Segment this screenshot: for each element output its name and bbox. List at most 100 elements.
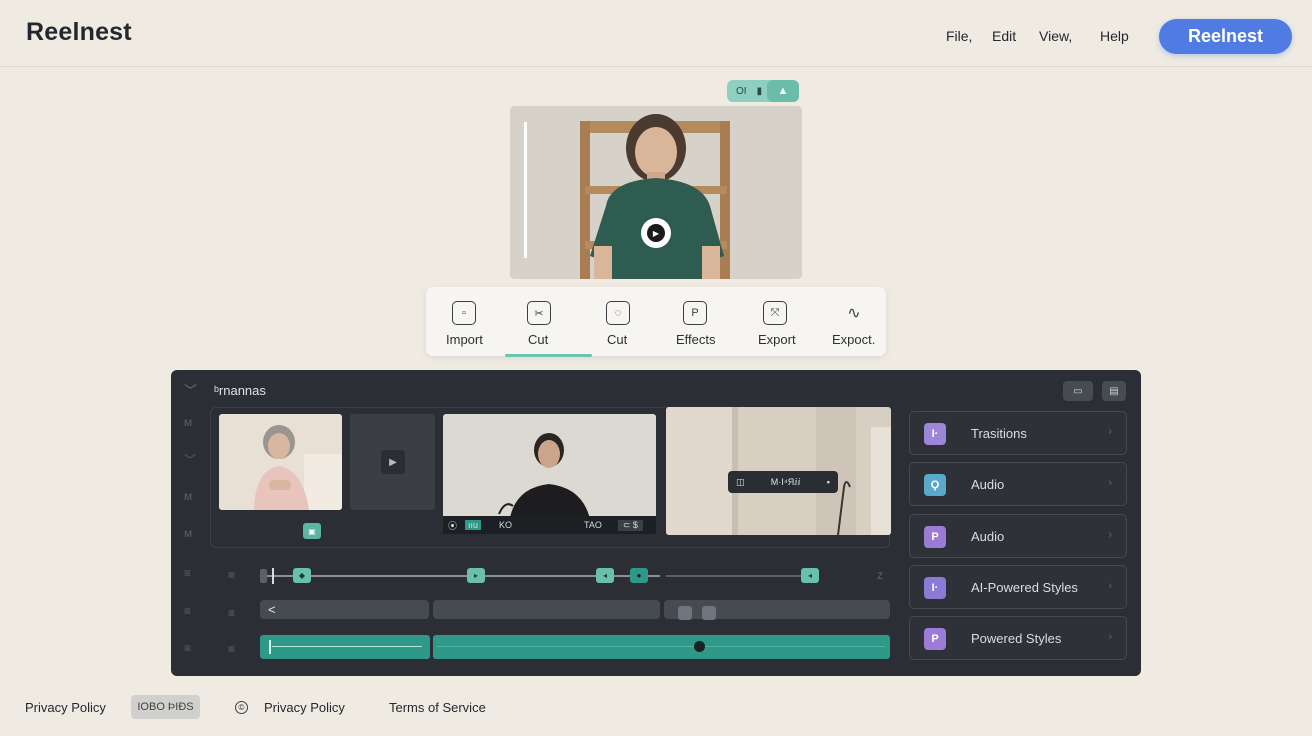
audio-clip-1[interactable] [260, 635, 430, 659]
sidebar-m-icon-2[interactable]: ᴍ [184, 489, 192, 503]
panel-item-audio-2-label: Audio [971, 529, 1005, 544]
clip-marker-icon [678, 606, 692, 620]
clip-play-icon: ▶ [381, 450, 405, 474]
panel-item-powered-styles[interactable]: P Powered Styles › [909, 616, 1127, 660]
clip-2-caption-bar: ⦿ ııu KO TAO ⊂ $ [443, 516, 656, 534]
layout-toggle-icon[interactable]: ▭ [1063, 381, 1093, 401]
menu-help[interactable]: Help [1100, 28, 1129, 44]
track-1-start-handle[interactable] [260, 569, 267, 583]
scissors-icon: ✂ [527, 301, 551, 325]
cut-icon: ◌ [606, 301, 630, 325]
panel-item-transitions-label: Trasitions [971, 426, 1027, 441]
ai-styles-icon: I· [924, 577, 946, 599]
scrub-handle[interactable] [694, 641, 705, 652]
tool-import-label: Import [446, 332, 483, 347]
media-clip-placeholder[interactable]: ▶ [350, 414, 435, 510]
sidebar-m-icon-3[interactable]: ᴍ [184, 526, 192, 540]
record-icon: ⦿ [448, 520, 458, 531]
keyframe-5[interactable]: ◂ [801, 568, 819, 583]
chevron-right-icon: › [1108, 580, 1112, 592]
chevron-right-icon: › [1108, 529, 1112, 541]
audio-2-icon: P [924, 526, 946, 548]
clip-marker-icon-2 [702, 606, 716, 620]
pill-dot-icon: ▮ [756, 85, 763, 97]
media-clip-1[interactable] [219, 414, 342, 510]
track-1-menu-icon[interactable]: ≡ [184, 566, 191, 580]
keyframe-3[interactable]: ◂ [596, 568, 614, 583]
tool-cut[interactable]: ✂ Cut [526, 287, 552, 356]
track-3-menu-icon[interactable]: ≡ [184, 641, 191, 655]
footer-chip[interactable]: IOBO ÞIÐS [131, 695, 200, 719]
tool-effects-label: Effects [676, 332, 716, 347]
menu-edit[interactable]: Edit [992, 28, 1016, 44]
clip-1-thumbnail [219, 414, 342, 510]
tool-effects[interactable]: P Effects [676, 287, 716, 356]
clip-2-caption-mid: KO [499, 520, 513, 530]
menu-file[interactable]: File, [946, 28, 972, 44]
panel-item-powered-styles-label: Powered Styles [971, 631, 1062, 646]
track-2-clip-1[interactable]: < [260, 600, 429, 619]
wave-icon: ∿ [847, 305, 861, 322]
track-1-drag-icon[interactable]: ≡ [228, 568, 235, 582]
preview-toggle-pill[interactable]: OI ▮ ▲ [727, 80, 799, 102]
keyframe-2[interactable]: ▸ [467, 568, 485, 583]
tool-expoct-label: Expoct. [832, 332, 876, 347]
tool-expoct[interactable]: ∿ Expoct. [832, 287, 876, 356]
info-icon: © [235, 701, 248, 714]
tool-cut-2-label: Cut [607, 332, 628, 347]
track-2-drag-icon[interactable]: ≡ [228, 606, 235, 620]
audio-clip-1-marker [269, 640, 271, 654]
clip-2-caption-right: TAO [584, 520, 602, 530]
panel-item-ai-powered-styles[interactable]: I· AI-Powered Styles › [909, 565, 1127, 609]
keyframe-1[interactable]: ◆ [293, 568, 311, 583]
chevron-down-icon[interactable]: ﹀ [184, 380, 197, 399]
track-3-drag-icon[interactable]: ≡ [228, 642, 235, 656]
import-icon: ▫ [452, 301, 476, 325]
track-1-line-2 [666, 575, 814, 577]
tool-import[interactable]: ▫ Import [446, 287, 483, 356]
clip-1-badge-icon[interactable]: ▣ [303, 523, 321, 539]
effects-icon: P [683, 301, 707, 325]
sidebar-chevron-icon[interactable]: ﹀ [184, 451, 196, 468]
track-2-clip-3[interactable] [664, 600, 890, 620]
footer-terms-link[interactable]: Terms of Service [389, 700, 486, 715]
video-preview[interactable] [510, 106, 802, 279]
audio-clip-2[interactable] [433, 635, 890, 659]
keyframe-4-drop-icon[interactable]: ● [630, 568, 648, 583]
clip-3-overlay-text: M·ⵏ⁴Яⅈⅈ [770, 476, 801, 487]
collapse-up-icon[interactable]: ▲ [767, 80, 799, 102]
powered-styles-icon: P [924, 628, 946, 650]
footer-privacy-link[interactable]: Privacy Policy [25, 700, 106, 715]
panel-item-audio[interactable]: Ϙ Audio › [909, 462, 1127, 506]
panel-item-audio-2[interactable]: P Audio › [909, 514, 1127, 558]
link-icon[interactable]: ⊂ $ [617, 519, 643, 531]
tool-cut-label: Cut [528, 332, 549, 347]
sidebar-m-icon[interactable]: ᴍ [184, 415, 192, 429]
pill-label: OI [736, 85, 747, 97]
audio-clip-2-wave [437, 646, 885, 647]
tool-cut-2[interactable]: ◌ Cut [605, 287, 631, 356]
audio-icon: Ϙ [924, 474, 946, 496]
export-icon: ⤧ [763, 301, 787, 325]
tool-export[interactable]: ⤧ Export [758, 287, 798, 356]
track-2-menu-icon[interactable]: ≡ [184, 604, 191, 618]
audio-clip-1-wave [272, 646, 422, 647]
chevron-right-icon: › [1108, 426, 1112, 438]
playhead-marker[interactable] [272, 568, 274, 584]
zoom-icon[interactable]: z [877, 568, 883, 582]
lock-icon: ▪ [826, 477, 830, 487]
menu-view[interactable]: View, [1039, 28, 1072, 44]
panel-item-transitions[interactable]: I· Trasitions › [909, 411, 1127, 455]
clip-3-overlay-chip[interactable]: ◫ M·ⵏ⁴Яⅈⅈ ▪ [728, 471, 838, 493]
frame-icon: ◫ [736, 476, 745, 487]
footer-privacy-link-2[interactable]: Privacy Policy [264, 700, 345, 715]
grid-view-icon[interactable]: ▤ [1102, 381, 1126, 401]
brand-logo[interactable]: Reelnest [26, 18, 132, 47]
reelnest-button[interactable]: Reelnest [1159, 19, 1292, 54]
track-2-clip-2[interactable] [433, 600, 660, 619]
chevron-right-icon: › [1108, 631, 1112, 643]
chevron-left-icon[interactable]: < [268, 602, 276, 617]
header: Reelnest File, Edit View, Help Reelnest [0, 0, 1312, 67]
play-button[interactable]: ▶ [641, 218, 671, 248]
tool-toolbar: ▫ Import ✂ Cut ◌ Cut P Effects ⤧ Export … [426, 287, 886, 356]
